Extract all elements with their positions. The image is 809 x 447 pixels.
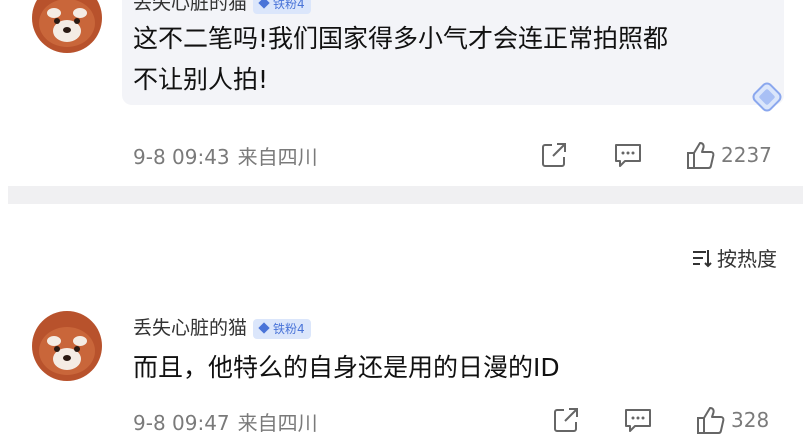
share-icon [542,143,566,167]
sort-label: 按热度 [717,247,777,271]
comment-text: 这不二笔吗!我们国家得多小气才会连正常拍照都 不让别人拍! [133,18,668,100]
section-divider [8,186,803,204]
comment-item: 丢失心脏的猫 铁粉4 而且，他特么的自身还是用的日漫的ID 9-8 09:47 来自… [0,290,809,447]
comment-icon [625,409,651,432]
fan-badge: 铁粉4 [253,0,311,14]
comment-text: 而且，他特么的自身还是用的日漫的ID [133,347,560,388]
thumbs-up-icon [687,142,715,169]
fan-badge: 铁粉4 [253,318,311,339]
comment-location: 来自四川 [237,145,318,169]
diamond-icon [258,0,270,9]
comment-actions: 328 [535,405,795,435]
avatar[interactable] [32,311,102,381]
thumbs-up-icon [697,407,725,434]
username[interactable]: 丢失心脏的猫 铁粉4 [133,313,311,340]
comment-location: 来自四川 [237,411,318,435]
fan-badge-label: 铁粉4 [273,321,305,336]
comment-meta: 9-8 09:47 来自四川 [133,407,326,436]
share-button[interactable] [551,405,581,435]
diamond-icon [258,321,270,334]
like-count: 328 [731,408,770,432]
comment-date: 9-8 09:43 [133,145,230,169]
username-label: 丢失心脏的猫 [133,0,248,14]
comment-icon [615,144,641,167]
share-icon [554,408,578,432]
diamond-decoration-icon [752,82,782,112]
comment-text-line: 不让别人拍! [133,65,269,94]
sort-toggle[interactable]: 按热度 [691,243,777,272]
fan-badge-label: 铁粉4 [273,0,305,11]
share-button[interactable] [539,140,569,170]
comment-button[interactable] [613,140,643,170]
comment-actions: 2237 [535,140,795,170]
username-label: 丢失心脏的猫 [133,317,248,339]
comment-button[interactable] [623,405,653,435]
sort-icon [693,249,712,267]
avatar[interactable] [32,0,102,53]
like-button[interactable]: 328 [695,405,769,435]
comment-item: 丢失心脏的猫 铁粉4 这不二笔吗!我们国家得多小气才会连正常拍照都 不让别人拍! … [0,0,809,186]
comment-meta: 9-8 09:43 来自四川 [133,141,326,170]
username[interactable]: 丢失心脏的猫 铁粉4 [133,0,311,15]
comment-text-line: 而且，他特么的自身还是用的日漫的ID [133,353,560,382]
comment-date: 9-8 09:47 [133,411,230,435]
like-count: 2237 [721,143,772,167]
like-button[interactable]: 2237 [685,140,772,170]
comment-text-line: 这不二笔吗!我们国家得多小气才会连正常拍照都 [133,24,669,53]
